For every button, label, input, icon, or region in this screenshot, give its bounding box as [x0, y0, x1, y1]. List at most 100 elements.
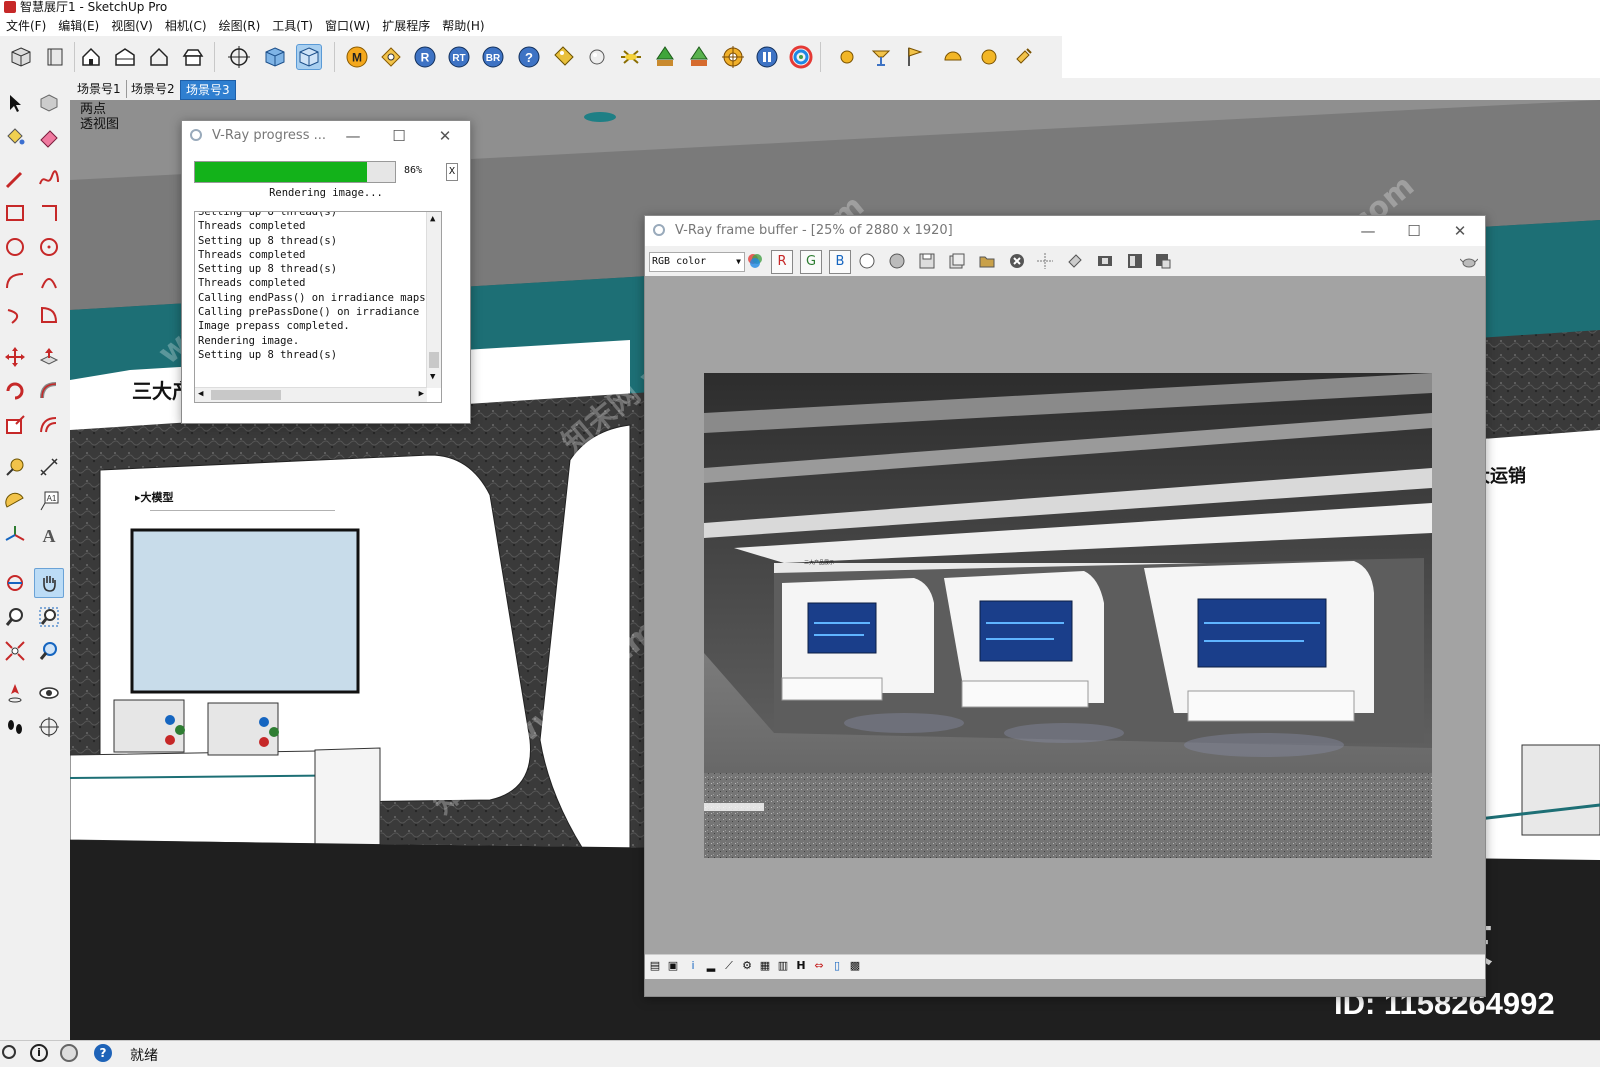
lens-effects-icon[interactable] [1153, 251, 1173, 271]
pie-icon[interactable] [34, 300, 64, 330]
light-icon[interactable] [618, 44, 644, 70]
cube-icon[interactable] [8, 44, 34, 70]
color-wheel-icon[interactable] [788, 44, 814, 70]
render-log[interactable]: Setting up 8 thread(s) Threads completed S… [194, 211, 442, 403]
text-label-icon[interactable]: A1 [34, 486, 64, 516]
credits-info-icon[interactable]: i [30, 1044, 48, 1062]
book-icon[interactable] [42, 44, 68, 70]
menu-edit[interactable]: 编辑(E) [52, 16, 105, 36]
menu-help[interactable]: 帮助(H) [436, 16, 490, 36]
vray-rt-icon[interactable]: RT [446, 44, 472, 70]
roof-icon[interactable] [180, 44, 206, 70]
rendered-image[interactable]: 三大产品展示 [704, 373, 1432, 858]
tab-scene-2[interactable]: 场景号2 [126, 80, 181, 98]
frame-icon[interactable]: ▤ [649, 960, 661, 972]
walk-icon[interactable] [0, 712, 30, 742]
cancel-render-button[interactable]: X [446, 163, 458, 181]
menu-extensions[interactable]: 扩展程序 [376, 16, 436, 36]
color-corrections-icon[interactable] [745, 251, 765, 271]
hsv-icon[interactable]: H [795, 960, 807, 972]
alpha-circle-icon[interactable] [857, 251, 877, 271]
vray-br-icon[interactable]: BR [480, 44, 506, 70]
gear-icon[interactable]: ⚙ [741, 960, 753, 972]
arc-icon[interactable] [0, 266, 30, 296]
previous-view-icon[interactable] [34, 636, 64, 666]
rotate-icon[interactable] [0, 376, 30, 406]
dome-icon[interactable] [940, 44, 966, 70]
bulb-icon[interactable] [1010, 44, 1036, 70]
green-channel-button[interactable]: G [800, 250, 822, 274]
polygon-icon[interactable] [34, 232, 64, 262]
mono-circle-icon[interactable] [887, 251, 907, 271]
tree-icon[interactable] [652, 44, 678, 70]
channel-select[interactable]: RGB color ▼ [649, 252, 745, 272]
zoom-icon[interactable] [0, 602, 30, 632]
circle-icon[interactable] [0, 232, 30, 262]
region-render-icon[interactable] [1065, 251, 1085, 271]
offset-icon[interactable] [34, 410, 64, 440]
eraser-icon[interactable] [34, 122, 64, 152]
minimize-button[interactable]: — [1345, 216, 1391, 246]
compare-icon[interactable] [1125, 251, 1145, 271]
push-pull-icon[interactable] [34, 342, 64, 372]
save-all-icon[interactable] [947, 251, 967, 271]
make-component-icon[interactable] [34, 88, 64, 118]
tab-scene-3[interactable]: 场景号3 [180, 80, 236, 100]
srgb-icon[interactable]: ▯ [831, 960, 843, 972]
3d-text-icon[interactable]: A [34, 520, 64, 550]
tree2-icon[interactable] [686, 44, 712, 70]
flag-icon[interactable] [902, 44, 928, 70]
stamp-icon[interactable]: ▩ [849, 960, 861, 972]
ball-icon[interactable] [976, 44, 1002, 70]
two-point-arc-icon[interactable] [34, 266, 64, 296]
freehand-icon[interactable] [34, 164, 64, 194]
exposure-icon[interactable]: ⇔ [813, 960, 825, 972]
levels-icon[interactable]: ▂ [705, 960, 717, 972]
menu-file[interactable]: 文件(F) [0, 16, 52, 36]
orbit-icon[interactable] [0, 568, 30, 598]
teapot-render-icon[interactable] [1459, 251, 1479, 271]
tab-scene-1[interactable]: 场景号1 [72, 80, 127, 98]
history-icon[interactable] [1095, 251, 1115, 271]
lut-icon[interactable]: ▦ [759, 960, 771, 972]
menu-view[interactable]: 视图(V) [105, 16, 159, 36]
home-icon[interactable] [78, 44, 104, 70]
cube-active-icon[interactable] [296, 44, 322, 70]
vray-m-icon[interactable]: M [344, 44, 370, 70]
close-button[interactable]: ✕ [422, 121, 468, 151]
menu-draw[interactable]: 绘图(R) [213, 16, 267, 36]
curves-icon[interactable]: ⟋ [723, 960, 735, 972]
three-point-arc-icon[interactable] [0, 300, 30, 330]
save-image-icon[interactable] [917, 251, 937, 271]
vray-material-icon[interactable] [378, 44, 404, 70]
pause-icon[interactable] [754, 44, 780, 70]
warehouse-icon[interactable] [112, 44, 138, 70]
rotated-rectangle-icon[interactable] [34, 198, 64, 228]
load-image-icon[interactable] [977, 251, 997, 271]
maximize-button[interactable]: ☐ [376, 121, 422, 151]
scale-icon[interactable] [0, 410, 30, 440]
minimize-button[interactable]: — [330, 121, 376, 151]
protractor-icon[interactable] [0, 486, 30, 516]
menu-tools[interactable]: 工具(T) [266, 16, 319, 36]
tape-measure-icon[interactable] [0, 452, 30, 482]
sphere-icon[interactable] [584, 44, 610, 70]
histogram-icon[interactable]: ▥ [777, 960, 789, 972]
position-camera-icon[interactable] [0, 678, 30, 708]
sidebar-icon[interactable]: ▣ [667, 960, 679, 972]
close-button[interactable]: ✕ [1437, 216, 1483, 246]
maximize-button[interactable]: ☐ [1391, 216, 1437, 246]
house-outline-icon[interactable] [146, 44, 172, 70]
lamp-icon[interactable] [868, 44, 894, 70]
follow-me-icon[interactable] [34, 376, 64, 406]
move-icon[interactable] [0, 342, 30, 372]
menu-camera[interactable]: 相机(C) [159, 16, 213, 36]
axes-icon[interactable] [0, 520, 30, 550]
zoom-window-icon[interactable] [34, 602, 64, 632]
select-arrow-icon[interactable] [0, 88, 30, 118]
log-vertical-scrollbar[interactable]: ▲ ▼ [426, 212, 441, 388]
red-channel-button[interactable]: R [771, 250, 793, 274]
pencil-line-icon[interactable] [0, 164, 30, 194]
clear-image-icon[interactable] [1007, 251, 1027, 271]
pan-hand-icon[interactable] [34, 568, 64, 598]
